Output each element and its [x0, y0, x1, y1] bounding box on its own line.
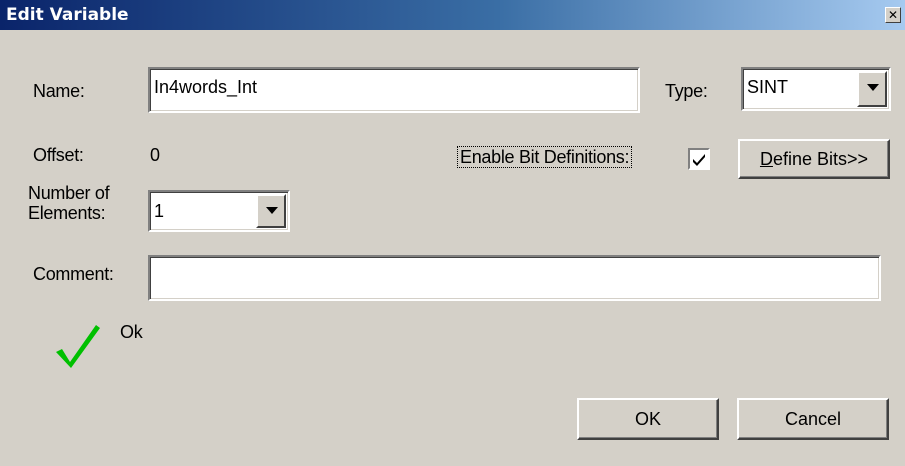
type-label: Type:: [665, 81, 708, 101]
enable-bit-definitions-text: Enable Bit Definitions:: [457, 146, 633, 168]
define-bits-mnemonic: D: [759, 149, 773, 169]
define-bits-label: efine Bits>>: [772, 149, 869, 169]
number-of-elements-label-line1: Number of: [28, 183, 110, 203]
number-of-elements-label: Number of Elements:: [28, 183, 110, 223]
close-button[interactable]: ✕: [885, 7, 901, 23]
type-dropdown-button[interactable]: [857, 71, 887, 107]
ok-button[interactable]: OK: [577, 398, 719, 440]
window-title: Edit Variable: [6, 5, 129, 25]
close-icon: ✕: [887, 8, 899, 22]
enable-bit-definitions-label[interactable]: Enable Bit Definitions:: [457, 146, 633, 168]
offset-label: Offset:: [33, 145, 84, 165]
offset-value: 0: [150, 145, 160, 165]
name-label: Name:: [33, 81, 85, 101]
enable-bit-definitions-checkbox[interactable]: [688, 148, 710, 170]
number-of-elements-dropdown-button[interactable]: [256, 194, 286, 228]
number-of-elements-label-line2: Elements:: [28, 203, 106, 223]
define-bits-button[interactable]: Define Bits>>: [738, 139, 890, 179]
type-select[interactable]: SINT: [741, 67, 891, 111]
status-text: Ok: [120, 322, 143, 342]
number-of-elements-select[interactable]: 1: [148, 190, 290, 232]
comment-input[interactable]: [148, 255, 881, 301]
green-checkmark-icon: [56, 325, 100, 368]
cancel-button[interactable]: Cancel: [737, 398, 889, 440]
type-select-value: SINT: [747, 77, 789, 97]
name-input[interactable]: In4words_Int: [148, 67, 640, 113]
comment-label: Comment:: [33, 264, 114, 284]
title-bar[interactable]: [0, 0, 905, 30]
checkmark-icon: [693, 154, 705, 166]
number-of-elements-value: 1: [154, 201, 165, 221]
